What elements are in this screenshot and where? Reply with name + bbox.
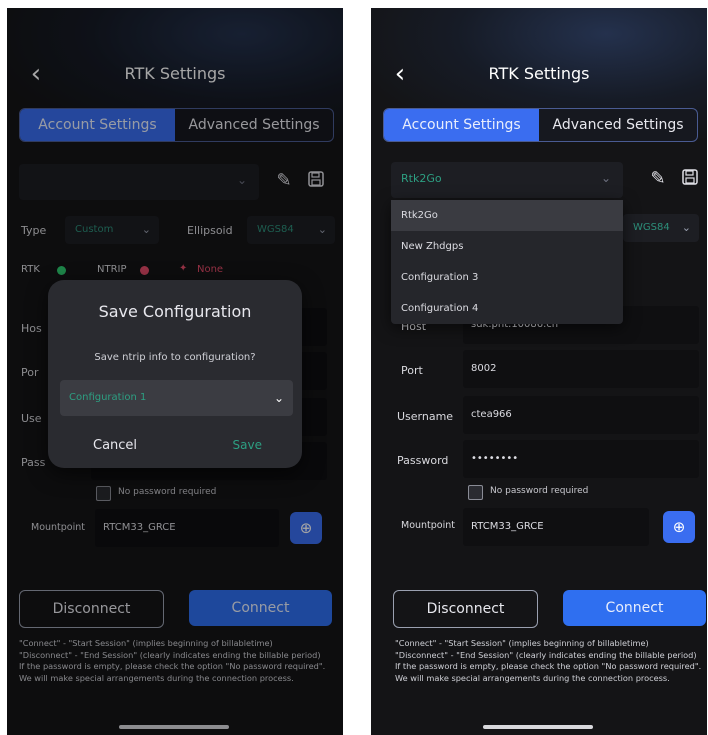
mountpoint-input[interactable]: RTCM33_GRCE <box>463 508 649 546</box>
no-password-label: No password required <box>490 486 589 496</box>
dropdown-item[interactable]: Rtk2Go <box>391 200 623 231</box>
port-input[interactable]: 8002 <box>463 350 699 388</box>
home-indicator <box>483 725 593 729</box>
disconnect-button[interactable]: Disconnect <box>393 590 538 628</box>
configuration-select-value: Rtk2Go <box>401 172 442 185</box>
save-disk-icon[interactable] <box>679 168 701 190</box>
password-value: •••••••• <box>471 453 519 464</box>
dialog-configuration-select[interactable]: Configuration 1 ⌄ <box>60 380 293 416</box>
save-configuration-dialog: Save Configuration Save ntrip info to co… <box>48 280 302 468</box>
dialog-message: Save ntrip info to configuration? <box>94 352 256 363</box>
chevron-down-icon: ⌄ <box>273 391 284 405</box>
phone-screen-right: ‹ RTK Settings Account Settings Advanced… <box>371 8 707 735</box>
chevron-down-icon: ⌄ <box>600 171 611 185</box>
connect-button[interactable]: Connect <box>563 590 706 626</box>
page-title: RTK Settings <box>488 64 590 83</box>
globe-icon[interactable]: ⊕ <box>663 511 695 543</box>
configuration-dropdown: Rtk2Go New Zhdgps Configuration 3 Config… <box>391 200 623 324</box>
username-label: Username <box>397 410 454 423</box>
mountpoint-value: RTCM33_GRCE <box>471 521 544 532</box>
dialog-configuration-value: Configuration 1 <box>69 392 147 403</box>
dropdown-item[interactable]: New Zhdgps <box>391 231 623 262</box>
port-value: 8002 <box>471 363 497 374</box>
edit-icon[interactable]: ✎ <box>647 168 669 190</box>
port-label: Port <box>401 364 423 377</box>
ellipsoid-select-value: WGS84 <box>633 222 670 233</box>
cancel-button[interactable]: Cancel <box>93 438 137 453</box>
top-bar: ‹ RTK Settings <box>371 60 707 90</box>
tab-advanced-settings[interactable]: Advanced Settings <box>539 109 697 141</box>
chevron-down-icon: ⌄ <box>681 221 691 234</box>
username-input[interactable]: ctea966 <box>463 396 699 434</box>
configuration-select[interactable]: Rtk2Go ⌄ <box>391 162 623 198</box>
dropdown-item[interactable]: Configuration 3 <box>391 262 623 293</box>
connection-notes: "Connect" - "Start Session" (implies beg… <box>395 638 707 684</box>
note-disconnect: "Disconnect" - "End Session" (clearly in… <box>395 649 697 660</box>
settings-tabs: Account Settings Advanced Settings <box>383 108 698 142</box>
mountpoint-label: Mountpoint <box>401 520 456 531</box>
password-input[interactable]: •••••••• <box>463 440 699 478</box>
no-password-checkbox[interactable] <box>468 485 483 500</box>
tab-account-settings[interactable]: Account Settings <box>384 109 539 141</box>
dropdown-item[interactable]: Configuration 4 <box>391 293 623 324</box>
note-connect: "Connect" - "Start Session" (implies beg… <box>395 638 649 648</box>
save-button[interactable]: Save <box>233 438 262 452</box>
note-password: If the password is empty, please check t… <box>395 661 702 683</box>
phone-screen-left: ‹ RTK Settings Account Settings Advanced… <box>7 8 343 735</box>
ellipsoid-select[interactable]: WGS84 ⌄ <box>623 214 699 242</box>
username-value: ctea966 <box>471 409 512 420</box>
dialog-title: Save Configuration <box>98 302 252 321</box>
password-label: Password <box>397 454 449 467</box>
